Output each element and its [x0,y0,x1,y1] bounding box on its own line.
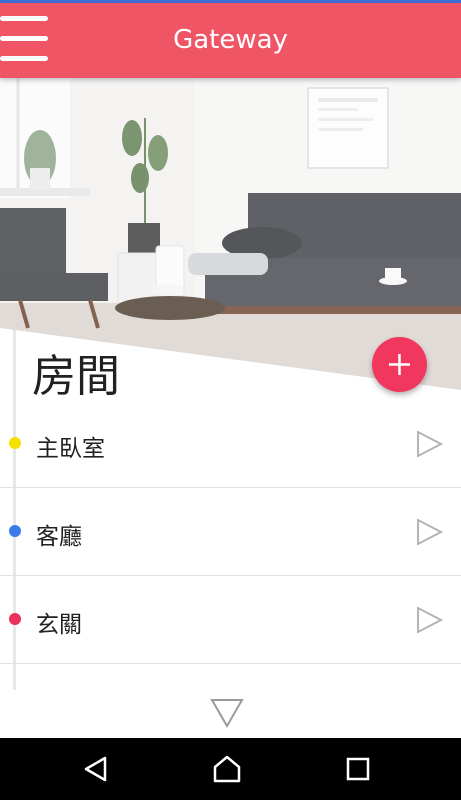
play-icon[interactable] [415,430,443,458]
add-room-button[interactable] [372,337,427,392]
plus-icon [389,354,410,375]
back-icon[interactable] [81,754,111,784]
room-name: 客廳 [36,524,82,550]
system-nav-bar [0,738,461,800]
room-row[interactable]: 玄關 [0,576,461,664]
play-icon[interactable] [415,518,443,546]
app-title: Gateway [173,25,288,55]
room-name: 主臥室 [36,436,105,462]
expand-down-icon[interactable] [210,697,244,729]
room-color-dot [9,437,21,449]
room-name: 玄關 [36,612,82,638]
hamburger-menu-icon[interactable] [0,12,50,68]
room-row[interactable]: 主臥室 [0,400,461,488]
play-icon[interactable] [415,606,443,634]
room-row[interactable]: 客廳 [0,488,461,576]
room-list: 主臥室 客廳 玄關 [0,400,461,664]
app-bar: Gateway [0,3,461,78]
home-icon[interactable] [212,754,242,784]
section-title: 房間 [32,351,120,402]
recents-icon[interactable] [343,754,373,784]
room-color-dot [9,525,21,537]
room-color-dot [9,613,21,625]
